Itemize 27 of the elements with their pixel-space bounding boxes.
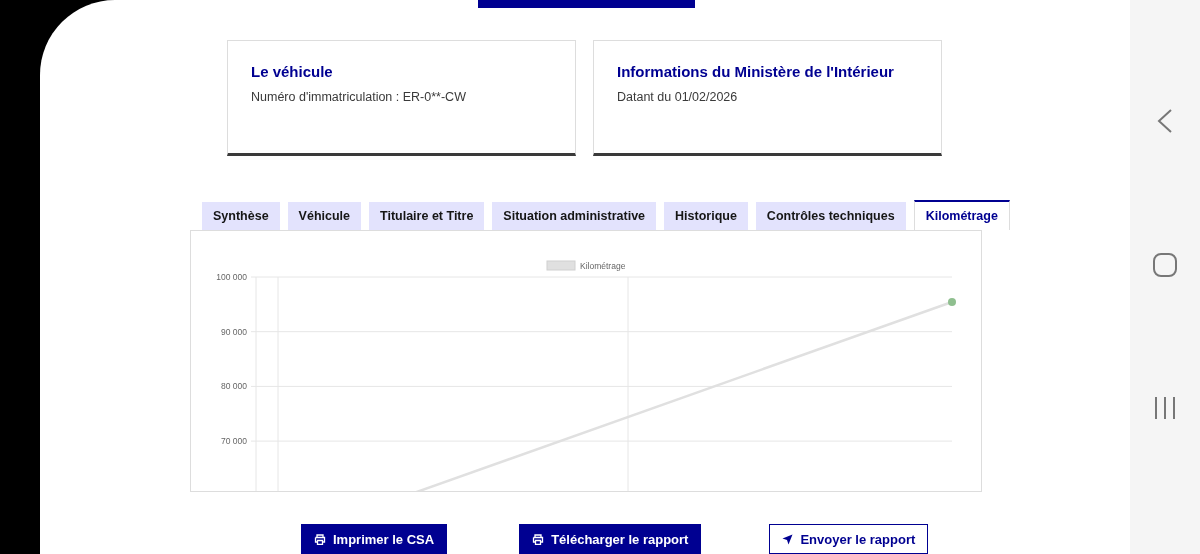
- axis-tick-label: 100 000: [216, 271, 247, 282]
- action-button[interactable]: Imprimer le CSA: [301, 524, 448, 554]
- back-icon[interactable]: [1156, 108, 1174, 134]
- action-button[interactable]: Télécharger le rapport: [519, 524, 702, 554]
- tab[interactable]: Véhicule: [287, 201, 361, 230]
- send-icon: [782, 533, 794, 545]
- axis-tick-label: 80 000: [221, 381, 247, 392]
- axis-tick-label: 70 000: [221, 436, 247, 447]
- recent-apps-icon[interactable]: [1153, 396, 1177, 420]
- data-point: [948, 297, 956, 306]
- action-button[interactable]: Envoyer le rapport: [769, 524, 929, 554]
- tab[interactable]: Contrôles techniques: [755, 201, 906, 230]
- tab[interactable]: Synthèse: [202, 201, 280, 230]
- card-text: Datant du 01/02/2026: [617, 89, 739, 104]
- printer-icon: [532, 533, 545, 545]
- home-icon[interactable]: [1152, 252, 1178, 278]
- tab[interactable]: Kilométrage: [913, 199, 1010, 230]
- tab[interactable]: Historique: [664, 201, 748, 230]
- card-text: Numéro d'immatriculation : ER-0**-CW: [251, 89, 467, 104]
- tab[interactable]: Titulaire et Titre: [369, 201, 485, 230]
- card-title: Le véhicule: [251, 62, 334, 80]
- legend-label: Kilométrage: [580, 260, 626, 271]
- card-title: Informations du Ministère de l'Intérieur: [617, 62, 895, 80]
- legend-swatch: [546, 260, 576, 271]
- axis-tick-label: 90 000: [221, 326, 247, 337]
- printer-icon: [314, 533, 326, 545]
- tab[interactable]: Situation administrative: [492, 201, 657, 230]
